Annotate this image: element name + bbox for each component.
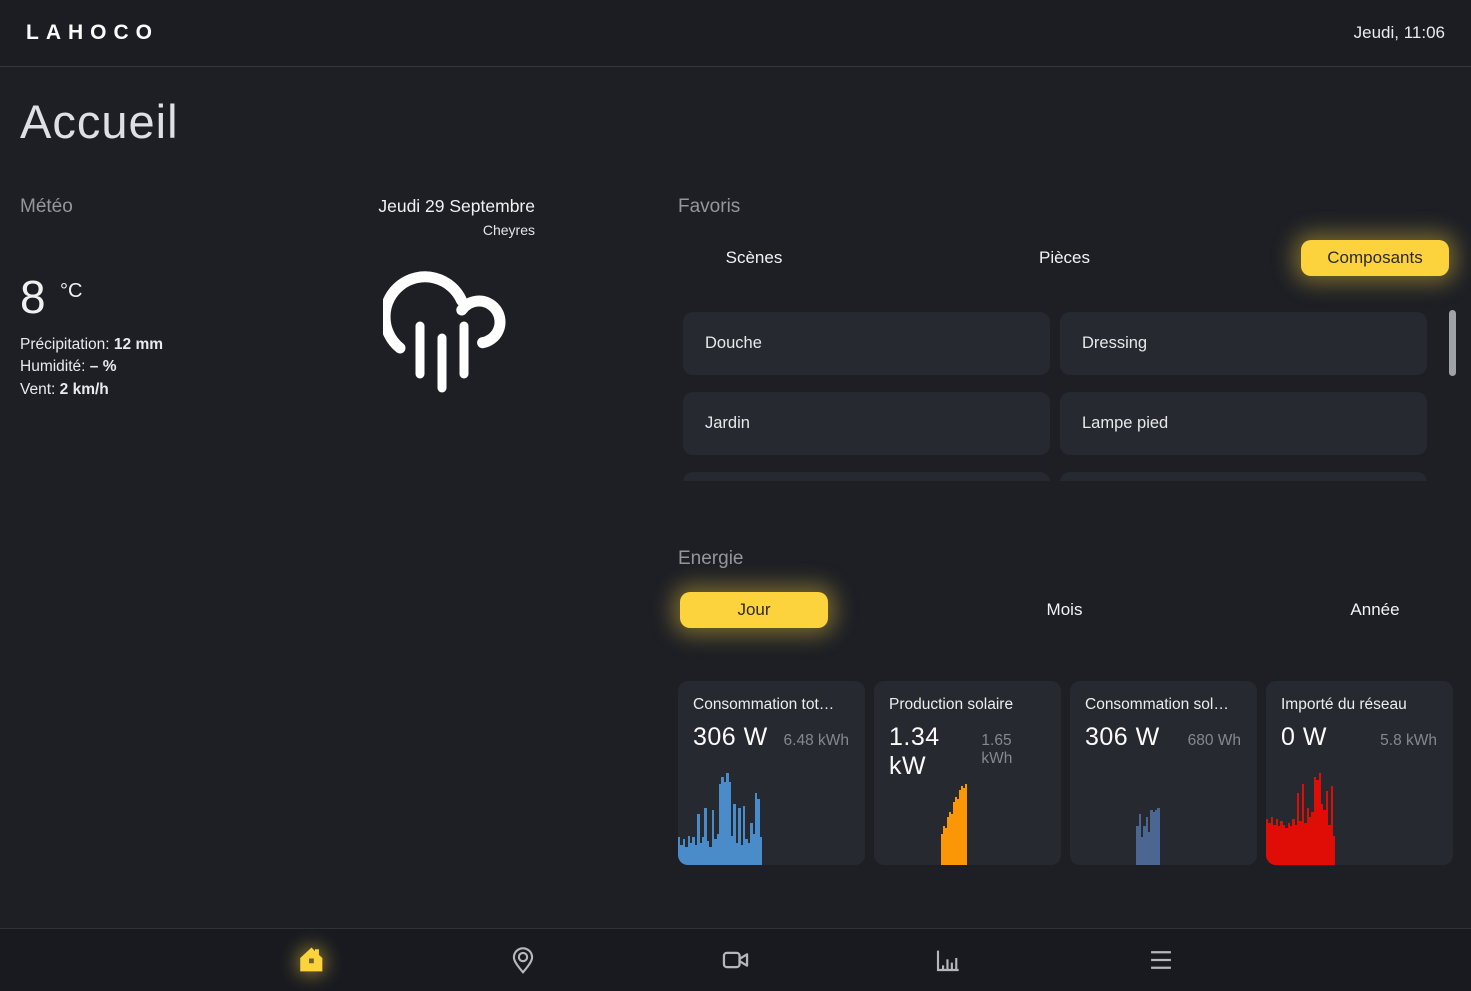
favorite-card-lampe-pied[interactable]: Lampe pied [1060, 392, 1427, 455]
favorite-card-dressing[interactable]: Dressing [1060, 312, 1427, 375]
favorites-grid: Douche Dressing Jardin Lampe pied [683, 312, 1427, 481]
home-icon [294, 943, 328, 977]
bar-chart-icon [932, 944, 964, 976]
page-title: Accueil [20, 94, 179, 149]
tab-jour[interactable]: Jour [680, 592, 828, 628]
favorite-card-jardin[interactable]: Jardin [683, 392, 1050, 455]
energy-card-importe-du-reseau[interactable]: Importé du réseau 0 W 5.8 kWh [1266, 681, 1453, 865]
energy-card-title: Importé du réseau [1281, 696, 1453, 714]
energy-section: Energie Jour Mois Année Consommation tot… [678, 548, 1468, 570]
energy-cards: Consommation tot… 306 W 6.48 kWh Product… [678, 681, 1453, 865]
nav-camera-button[interactable] [713, 937, 759, 983]
location-pin-icon [507, 944, 539, 976]
tab-annee[interactable]: Année [1350, 592, 1399, 628]
favorite-card-partial[interactable] [1060, 472, 1427, 481]
humidity-row: Humidité: – % [20, 356, 163, 378]
temperature-unit: °C [60, 280, 82, 302]
sparkline-chart [1136, 773, 1159, 865]
power-value: 0 W [1281, 723, 1327, 752]
energy-tabs: Jour Mois Année [678, 590, 1451, 630]
tab-composants[interactable]: Composants [1301, 240, 1449, 276]
wind-row: Vent: 2 km/h [20, 379, 163, 401]
energy-value: 680 Wh [1188, 732, 1241, 750]
tab-pieces[interactable]: Pièces [1039, 240, 1090, 276]
date-block: Jeudi 29 Septembre Cheyres [280, 196, 535, 238]
temperature: 8 °C [20, 270, 163, 324]
energy-card-title: Production solaire [889, 696, 1061, 714]
nav-rooms-button[interactable] [500, 937, 546, 983]
energy-card-consommation-solaire[interactable]: Consommation sol… 306 W 680 Wh [1070, 681, 1257, 865]
energy-value: 6.48 kWh [784, 732, 849, 750]
power-value: 306 W [1085, 723, 1160, 752]
energy-section-title: Energie [678, 548, 1468, 570]
nav-menu-button[interactable] [1138, 937, 1184, 983]
favorites-section: Favoris Scènes Pièces Composants Douche … [678, 196, 1468, 218]
nav-stats-button[interactable] [925, 937, 971, 983]
favorites-section-title: Favoris [678, 196, 1468, 218]
tab-mois[interactable]: Mois [1047, 592, 1083, 628]
energy-value: 5.8 kWh [1380, 732, 1437, 750]
weather-panel: Météo 8 °C Précipitation: 12 mm Humidité… [20, 196, 163, 401]
app-logo: LAHOCO [26, 21, 159, 45]
video-camera-icon [719, 943, 753, 977]
power-value: 1.34 kW [889, 723, 981, 781]
sparkline-chart [941, 773, 966, 865]
weather-details: Précipitation: 12 mm Humidité: – % Vent:… [20, 334, 163, 401]
power-value: 306 W [693, 723, 768, 752]
energy-card-title: Consommation sol… [1085, 696, 1257, 714]
favorites-tabs: Scènes Pièces Composants [678, 238, 1451, 278]
current-date: Jeudi 29 Septembre [280, 196, 535, 217]
nav-home-button[interactable] [288, 937, 334, 983]
top-bar: LAHOCO Jeudi, 11:06 [0, 0, 1471, 67]
energy-card-consommation-totale[interactable]: Consommation tot… 306 W 6.48 kWh [678, 681, 865, 865]
favorite-card-partial[interactable] [683, 472, 1050, 481]
datetime-clock: Jeudi, 11:06 [1354, 23, 1445, 43]
bottom-nav [0, 928, 1471, 991]
weather-section-title: Météo [20, 196, 163, 218]
tab-scenes[interactable]: Scènes [726, 240, 783, 276]
hamburger-menu-icon [1144, 943, 1178, 977]
rain-cloud-icon [383, 264, 509, 403]
location-name: Cheyres [280, 222, 535, 238]
precipitation-row: Précipitation: 12 mm [20, 334, 163, 356]
energy-card-title: Consommation tot… [693, 696, 865, 714]
sparkline-chart [678, 773, 762, 865]
favorite-card-douche[interactable]: Douche [683, 312, 1050, 375]
sparkline-chart [1266, 773, 1335, 865]
energy-value: 1.65 kWh [981, 732, 1045, 768]
energy-card-production-solaire[interactable]: Production solaire 1.34 kW 1.65 kWh [874, 681, 1061, 865]
favorites-scrollbar[interactable] [1449, 310, 1456, 376]
temperature-value: 8 [20, 271, 46, 323]
